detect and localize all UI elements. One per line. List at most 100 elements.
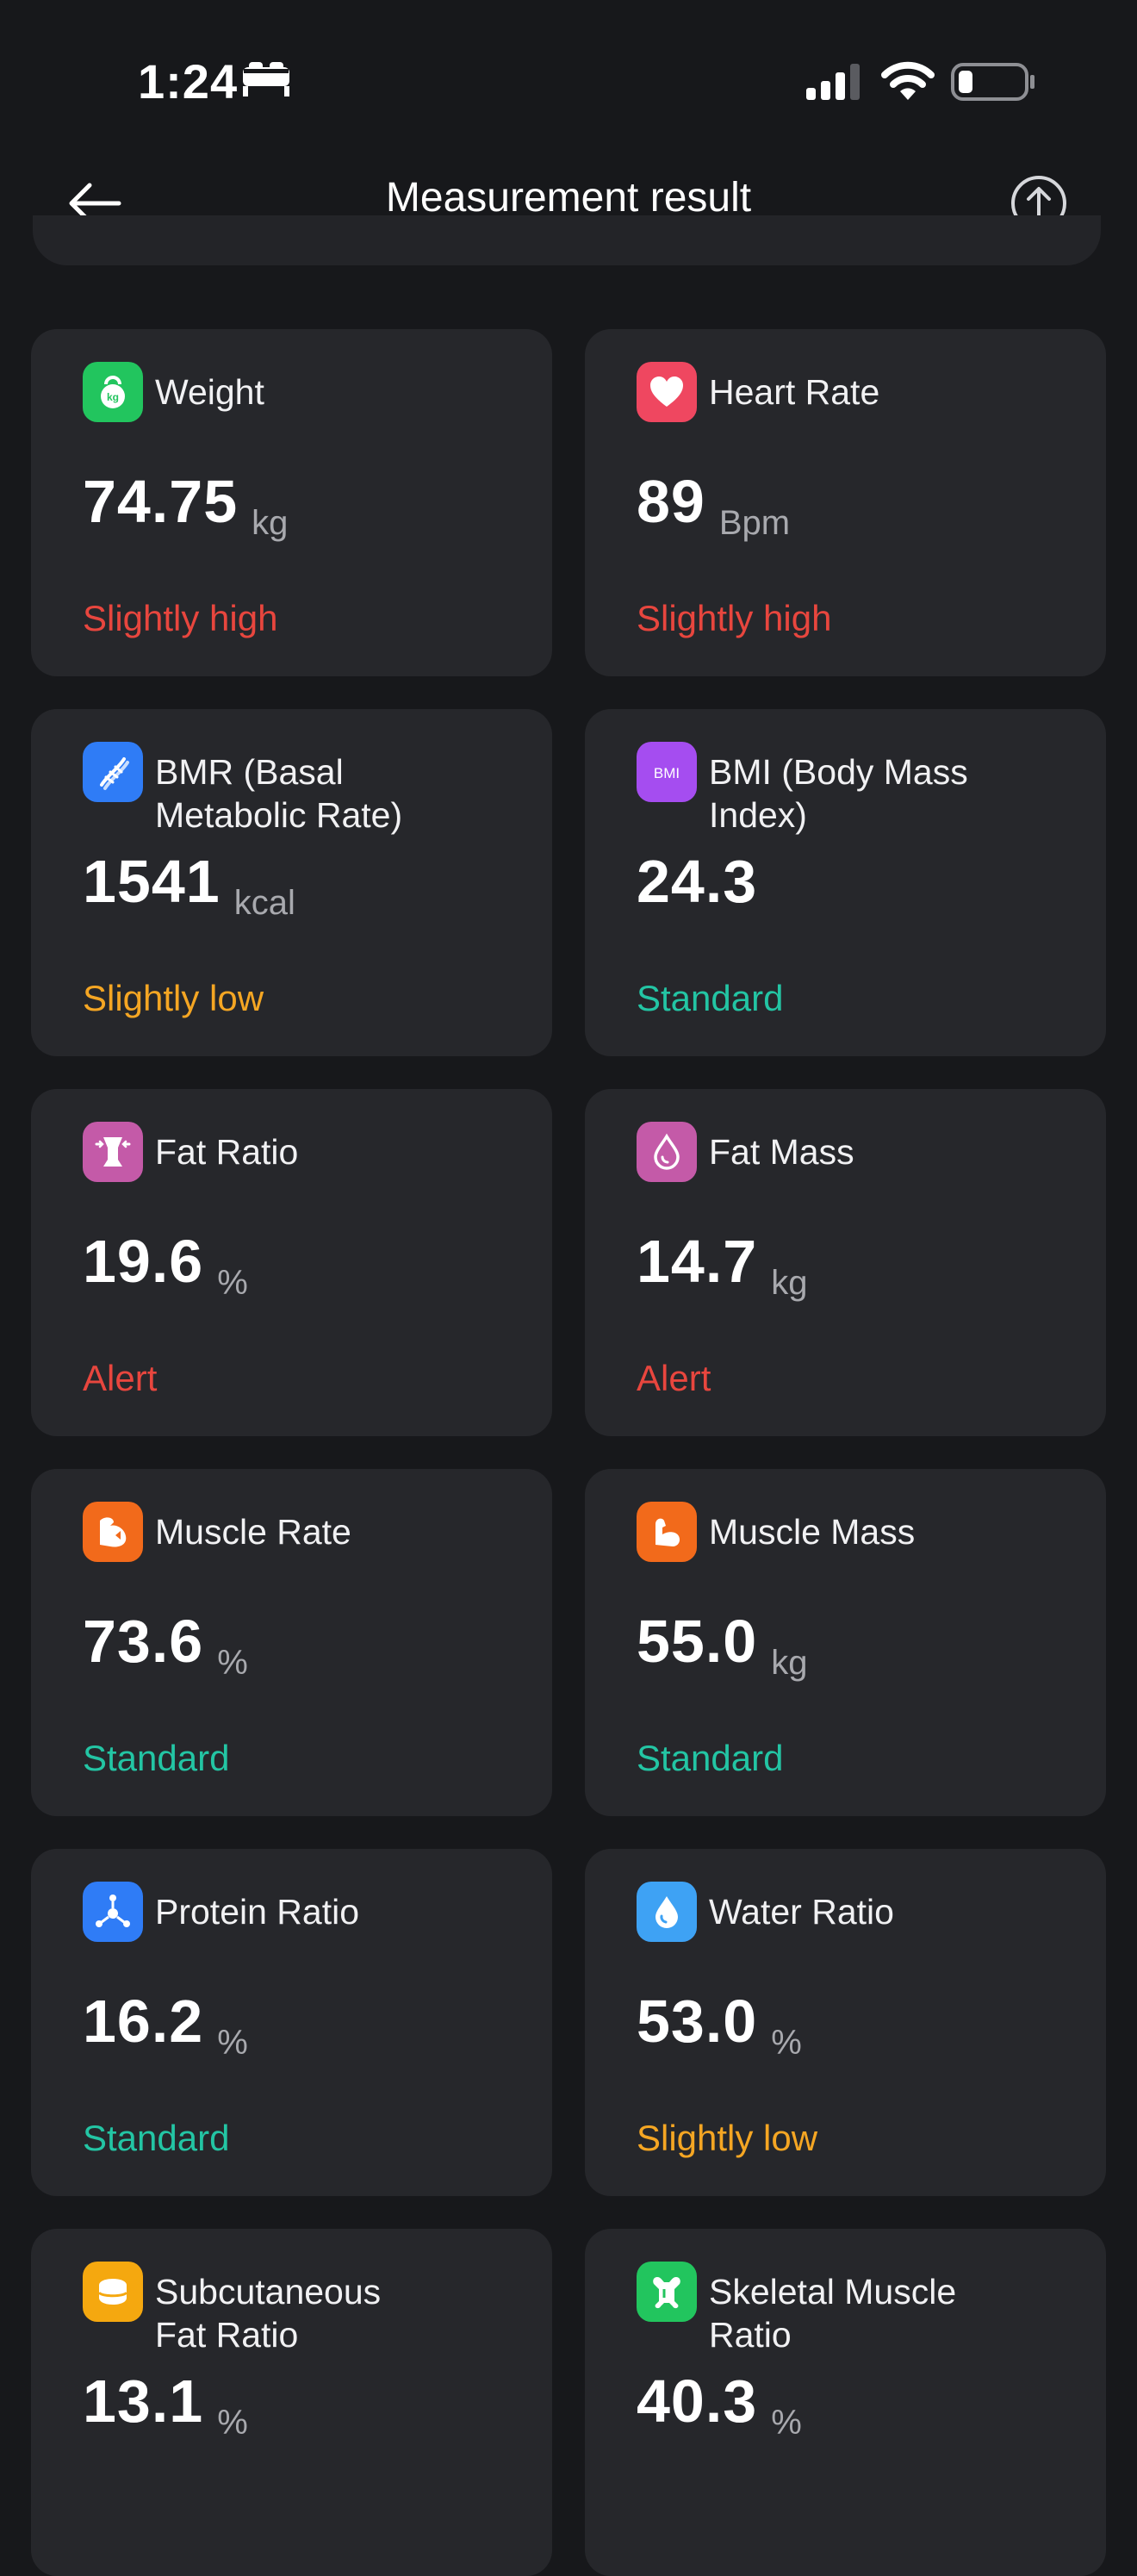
subcutaneous-fat-icon — [97, 2279, 128, 2305]
metric-value: 16.2 — [83, 1988, 204, 2055]
metric-name: Fat Ratio — [155, 1132, 299, 1172]
metric-unit: % — [771, 2024, 802, 2062]
metric-card-skeletal-muscle-ratio[interactable]: Skeletal Muscle Ratio 40.3 % — [585, 2229, 1106, 2576]
bmi-icon: BMI — [654, 765, 680, 781]
status-bar: 1:24 — [0, 0, 1137, 155]
metric-card-head: Heart Rate — [637, 362, 1080, 457]
metric-status: Standard — [83, 1738, 230, 1778]
heart-icon — [637, 362, 697, 422]
metric-name: Subcutaneous Fat Ratio — [155, 2272, 382, 2355]
metric-value: 40.3 — [637, 2368, 758, 2435]
metric-card-head: Muscle Mass — [637, 1502, 1080, 1596]
metric-value: 1541 — [83, 848, 221, 915]
metric-status: Slightly low — [637, 2118, 818, 2158]
metric-card-head: Skeletal Muscle Ratio — [637, 2262, 1080, 2356]
metric-value-row: 53.0 % — [637, 1987, 802, 2062]
status-time: 1:24 — [138, 54, 239, 109]
heart-icon — [650, 376, 683, 407]
muscle-arm-icon — [655, 1518, 680, 1546]
skeletal-muscle-icon — [637, 2262, 697, 2322]
metric-value: 55.0 — [637, 1608, 758, 1675]
metric-card-muscle-mass[interactable]: Muscle Mass 55.0 kg Standard — [585, 1469, 1106, 1816]
metric-name: Muscle Rate — [155, 1512, 351, 1552]
fat-ratio-icon — [95, 1137, 131, 1167]
bmi-icon: BMI — [637, 742, 697, 802]
metric-name: Fat Mass — [709, 1132, 854, 1172]
metric-unit: kg — [771, 1644, 808, 1682]
metric-name: Heart Rate — [709, 372, 880, 412]
metric-value-row: 16.2 % — [83, 1987, 248, 2062]
metric-unit: % — [217, 1264, 248, 1302]
water-drop-icon — [637, 1882, 697, 1942]
fat-ratio-icon — [83, 1122, 143, 1182]
metric-status: Standard — [83, 2118, 230, 2158]
metric-card-fat-ratio[interactable]: Fat Ratio 19.6 % Alert — [31, 1089, 552, 1436]
metric-status: Slightly low — [83, 978, 264, 1018]
subcutaneous-fat-icon — [83, 2262, 143, 2322]
page-title: Measurement result — [385, 175, 752, 221]
metric-name: Muscle Mass — [709, 1512, 916, 1552]
metric-status: Standard — [637, 1738, 784, 1778]
metric-card-bmi-body-mass-index[interactable]: BMI BMI (Body Mass Index) 24.3 Standard — [585, 709, 1106, 1056]
fat-drop-icon — [637, 1122, 697, 1182]
metric-card-bmr-basal-metabolic-rate[interactable]: BMR (Basal Metabolic Rate) 1541 kcal Sli… — [31, 709, 552, 1056]
metric-name: Skeletal Muscle Ratio — [709, 2272, 957, 2355]
weight-kettlebell-icon: kg — [83, 362, 143, 422]
metric-value: 74.75 — [83, 468, 239, 535]
battery-icon — [951, 63, 1034, 101]
muscle-arm-icon — [637, 1502, 697, 1562]
protein-molecule-icon — [96, 1895, 130, 1927]
wifi-icon — [881, 61, 935, 100]
cellular-signal-icon — [806, 64, 860, 100]
metric-card-heart-rate[interactable]: Heart Rate 89 Bpm Slightly high — [585, 329, 1106, 676]
metric-status: Slightly high — [83, 598, 278, 638]
metric-value: 53.0 — [637, 1988, 758, 2055]
metric-card-fat-mass[interactable]: Fat Mass 14.7 kg Alert — [585, 1089, 1106, 1436]
metric-card-head: Muscle Rate — [83, 1502, 526, 1596]
metric-value: 73.6 — [83, 1608, 204, 1675]
metric-unit: kcal — [233, 884, 295, 922]
metric-value: 89 — [637, 468, 705, 535]
metric-value-row: 19.6 % — [83, 1227, 248, 1302]
metric-value: 24.3 — [637, 848, 758, 915]
metric-card-head: Water Ratio — [637, 1882, 1080, 1976]
muscle-rate-icon — [83, 1502, 143, 1562]
protein-molecule-icon — [83, 1882, 143, 1942]
dna-icon — [100, 757, 129, 790]
metric-name: BMR (Basal Metabolic Rate) — [155, 752, 403, 835]
metric-grid: kg Weight 74.75 kg Slightly high Heart R… — [31, 329, 1106, 2576]
metric-value: 19.6 — [83, 1228, 204, 1295]
metric-unit: % — [217, 1644, 248, 1682]
metric-unit: kg — [771, 1264, 808, 1302]
svg-text:BMI: BMI — [654, 765, 680, 781]
metric-unit: % — [217, 2404, 248, 2442]
metric-card-muscle-rate[interactable]: Muscle Rate 73.6 % Standard — [31, 1469, 552, 1816]
metric-card-head: BMI BMI (Body Mass Index) — [637, 742, 1080, 837]
metric-value-row: 89 Bpm — [637, 467, 790, 542]
metric-unit: kg — [252, 504, 289, 542]
metric-card-head: Protein Ratio — [83, 1882, 526, 1976]
metric-card-head: Fat Mass — [637, 1122, 1080, 1216]
metric-value-row: 14.7 kg — [637, 1227, 808, 1302]
metric-unit: % — [771, 2404, 802, 2442]
metric-value-row: 24.3 — [637, 847, 771, 916]
metric-value-row: 1541 kcal — [83, 847, 295, 922]
dna-icon — [83, 742, 143, 802]
metric-name: BMI (Body Mass Index) — [709, 752, 968, 835]
metric-card-weight[interactable]: kg Weight 74.75 kg Slightly high — [31, 329, 552, 676]
water-drop-icon — [655, 1896, 678, 1928]
metric-name: Weight — [155, 372, 264, 412]
metric-card-protein-ratio[interactable]: Protein Ratio 16.2 % Standard — [31, 1849, 552, 2196]
metric-card-water-ratio[interactable]: Water Ratio 53.0 % Slightly low — [585, 1849, 1106, 2196]
metric-value: 14.7 — [637, 1228, 758, 1295]
metric-status: Alert — [83, 1358, 158, 1398]
metric-card-head: kg Weight — [83, 362, 526, 457]
metric-status: Alert — [637, 1358, 711, 1398]
summary-card-edge — [33, 215, 1101, 265]
weight-kettlebell-icon: kg — [101, 376, 125, 408]
metric-card-subcutaneous-fat-ratio[interactable]: Subcutaneous Fat Ratio 13.1 % — [31, 2229, 552, 2576]
metric-value-row: 74.75 kg — [83, 467, 288, 542]
metric-card-head: Subcutaneous Fat Ratio — [83, 2262, 526, 2356]
metric-value-row: 55.0 kg — [637, 1607, 808, 1682]
metric-status: Slightly high — [637, 598, 832, 638]
